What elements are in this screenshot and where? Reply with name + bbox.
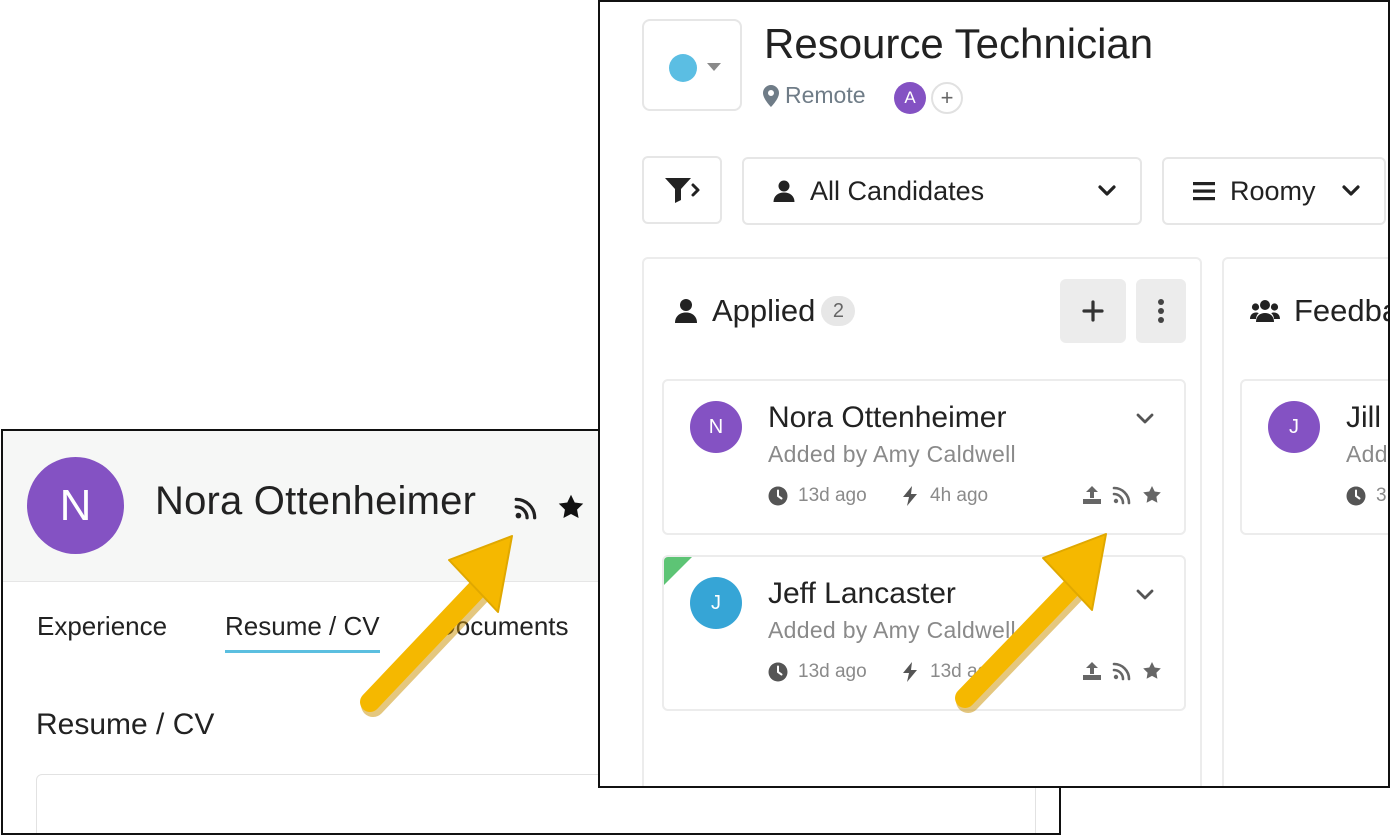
hiring-team-avatar[interactable]: A: [894, 82, 926, 114]
candidate-card[interactable]: N Nora Ottenheimer Added by Amy Caldwell…: [662, 379, 1186, 535]
rss-follow-icon[interactable]: [513, 495, 539, 521]
candidates-filter-label: All Candidates: [810, 175, 985, 206]
added-time: 13d ago: [768, 485, 867, 507]
activity-ago-label: 4h ago: [930, 485, 989, 506]
job-pipeline-panel: Resource Technician Remote A + All Candi…: [598, 0, 1390, 788]
job-location: Remote: [763, 82, 866, 109]
column-count-badge: 2: [821, 296, 856, 326]
candidate-card[interactable]: J Jill Added 3: [1240, 379, 1388, 535]
added-time: 13d ago: [768, 661, 867, 683]
caret-down-icon: [707, 63, 721, 71]
bolt-icon: [903, 662, 917, 682]
column-title: Feedback: [1294, 293, 1388, 328]
view-mode-label: Roomy: [1230, 175, 1316, 206]
added-ago-label: 13d ago: [798, 485, 867, 506]
clock-icon: [768, 486, 788, 506]
rss-icon[interactable]: [1112, 485, 1132, 505]
card-actions: [1082, 485, 1162, 505]
added-by-text: Added by Amy Caldwell: [768, 617, 1016, 643]
candidate-avatar: N: [27, 457, 124, 554]
card-actions: [1082, 661, 1162, 681]
candidate-name[interactable]: Jill: [1346, 401, 1381, 435]
added-by-text: Added: [1346, 441, 1388, 467]
chevron-down-icon[interactable]: [1136, 413, 1154, 425]
list-icon: [1193, 182, 1215, 201]
users-icon: [1250, 300, 1280, 322]
more-vertical-icon: [1158, 299, 1164, 323]
chevron-down-icon: [1342, 185, 1360, 196]
filter-toggle-button[interactable]: [642, 156, 722, 224]
added-by-text: Added by Amy Caldwell: [768, 441, 1016, 467]
candidate-avatar: J: [1268, 401, 1320, 453]
column-header: Feedback: [1250, 293, 1388, 329]
rss-icon[interactable]: [1112, 661, 1132, 681]
star-icon[interactable]: [557, 493, 585, 521]
column-menu-button[interactable]: [1136, 279, 1186, 343]
last-activity: 13d ago: [900, 661, 999, 683]
chevron-down-icon: [1098, 185, 1116, 196]
added-ago-label: 13d ago: [798, 661, 867, 682]
candidates-filter-dropdown[interactable]: All Candidates: [742, 157, 1142, 225]
upload-icon[interactable]: [1082, 661, 1102, 681]
star-icon[interactable]: [1142, 661, 1162, 681]
user-icon: [675, 299, 697, 323]
map-pin-icon: [763, 84, 779, 107]
add-team-member-button[interactable]: +: [931, 82, 963, 114]
plus-icon: [1082, 300, 1104, 322]
color-dot: [669, 54, 697, 82]
clock-icon: [768, 662, 788, 682]
candidate-card[interactable]: J Jeff Lancaster Added by Amy Caldwell 1…: [662, 555, 1186, 711]
add-candidate-button[interactable]: [1060, 279, 1126, 343]
activity-ago-label: 13d ago: [930, 661, 999, 682]
candidate-name: Nora Ottenheimer: [155, 479, 477, 523]
tag-corner-flag: [664, 557, 692, 585]
added-ago-label: 3: [1376, 485, 1387, 506]
candidate-name[interactable]: Jeff Lancaster: [768, 577, 956, 611]
section-title: Resume / CV: [36, 708, 215, 741]
user-icon: [773, 180, 795, 202]
tab-documents[interactable]: Documents: [437, 611, 569, 642]
last-activity: 4h ago: [900, 485, 988, 507]
job-title: Resource Technician: [764, 20, 1154, 67]
job-color-picker[interactable]: [642, 19, 742, 111]
upload-icon[interactable]: [1082, 485, 1102, 505]
column-title: Applied: [712, 293, 816, 328]
candidate-name[interactable]: Nora Ottenheimer: [768, 401, 1006, 435]
candidate-avatar: N: [690, 401, 742, 453]
added-time: 3: [1346, 485, 1387, 507]
pipeline-column-feedback: Feedback J Jill Added 3: [1222, 257, 1388, 786]
location-label: Remote: [785, 82, 866, 108]
bolt-icon: [903, 486, 917, 506]
candidate-avatar: J: [690, 577, 742, 629]
star-icon[interactable]: [1142, 485, 1162, 505]
clock-icon: [1346, 486, 1366, 506]
pipeline-column-applied: Applied 2 N Nora Ottenheimer Added by Am…: [642, 257, 1202, 786]
tab-experience[interactable]: Experience: [37, 611, 167, 642]
column-header: Applied 2: [674, 293, 856, 329]
view-mode-dropdown[interactable]: Roomy: [1162, 157, 1386, 225]
tab-resume-cv[interactable]: Resume / CV: [225, 611, 380, 653]
filter-icon: [665, 178, 700, 203]
chevron-down-icon[interactable]: [1136, 589, 1154, 601]
